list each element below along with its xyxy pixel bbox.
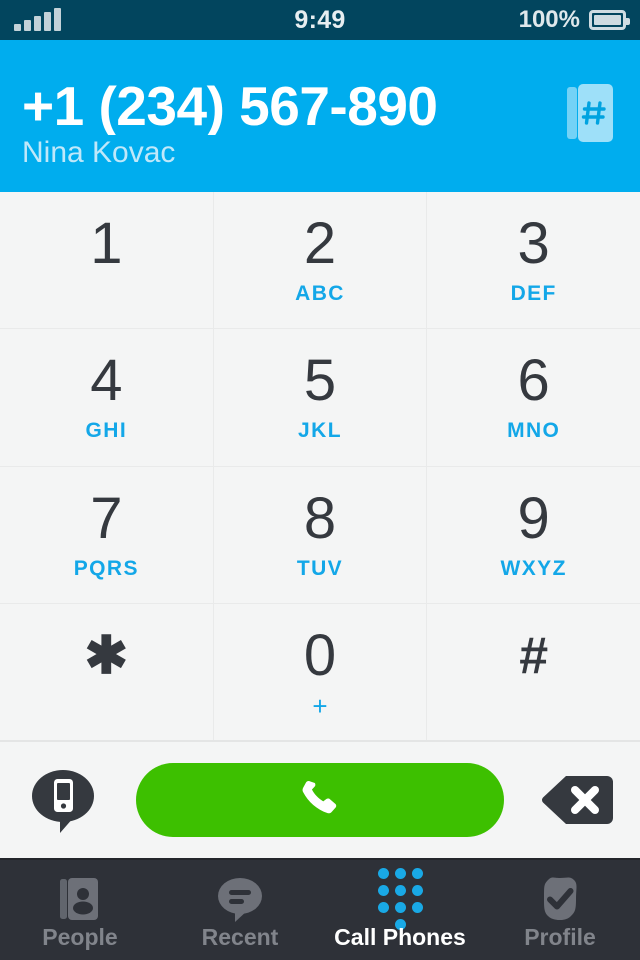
key-letters: WXYZ xyxy=(500,556,567,580)
key-digit: # xyxy=(519,626,549,685)
tab-label: Recent xyxy=(201,924,279,950)
tab-recent[interactable]: Recent xyxy=(160,860,320,960)
key-letters: JKL xyxy=(298,419,342,443)
key-digit: 3 xyxy=(517,211,550,277)
tab-people[interactable]: People xyxy=(0,860,160,960)
tab-label: Profile xyxy=(524,924,596,950)
key-7[interactable]: 7 PQRS xyxy=(0,466,213,603)
tab-call-phones[interactable]: Call Phones xyxy=(320,860,480,960)
key-letters: TUV xyxy=(296,556,344,580)
key-digit: 6 xyxy=(517,348,550,414)
bottom-tab-bar: People Recent Call Phones Profile xyxy=(0,858,640,960)
dialpad-grid: 1 2 ABC 3 DEF 4 GHI 5 JKL 6 MNO 7 PQRS 8 xyxy=(0,192,640,740)
key-4[interactable]: 4 GHI xyxy=(0,329,213,466)
dialpad-dots-icon xyxy=(377,868,423,930)
tab-label: Call Phones xyxy=(334,924,466,950)
key-1[interactable]: 1 xyxy=(0,192,213,329)
battery-full-icon xyxy=(589,10,630,30)
tab-label: People xyxy=(42,924,118,950)
key-letters: PQRS xyxy=(73,556,139,580)
mobile-message-bubble-icon[interactable] xyxy=(26,763,100,837)
key-letters: MNO xyxy=(507,419,561,443)
key-letters: GHI xyxy=(85,419,128,443)
backspace-delete-icon[interactable] xyxy=(540,763,614,837)
key-letters: ABC xyxy=(295,282,345,306)
tab-profile[interactable]: Profile xyxy=(480,860,640,960)
contacts-book-person-icon xyxy=(56,875,104,923)
key-digit: 1 xyxy=(90,211,123,277)
key-digit: ✱ xyxy=(84,626,129,685)
key-digit: 0 xyxy=(303,622,337,688)
key-letters: DEF xyxy=(510,282,557,306)
key-2[interactable]: 2 ABC xyxy=(213,192,427,329)
key-0[interactable]: 0 + xyxy=(213,603,427,740)
contact-name: Nina Kovac xyxy=(22,135,176,169)
contacts-book-hash-icon[interactable] xyxy=(562,80,618,146)
chat-bubble-icon xyxy=(215,875,265,923)
key-letters: + xyxy=(312,690,328,721)
key-9[interactable]: 9 WXYZ xyxy=(427,466,640,603)
key-digit: 8 xyxy=(303,485,337,551)
key-hash[interactable]: # xyxy=(427,603,640,740)
call-button[interactable] xyxy=(136,763,504,837)
key-digit: 4 xyxy=(90,348,123,414)
action-bar xyxy=(0,740,640,858)
dialer-screen: 9:49 100% +1 (234) 567-890 Nina Kovac 1 … xyxy=(0,0,640,960)
number-display-header: +1 (234) 567-890 Nina Kovac xyxy=(0,40,640,192)
phone-handset-icon xyxy=(302,780,337,814)
key-digit: 9 xyxy=(517,485,550,551)
key-3[interactable]: 3 DEF xyxy=(427,192,640,329)
key-digit: 5 xyxy=(303,348,337,414)
key-digit: 2 xyxy=(303,211,337,277)
status-bar: 9:49 100% xyxy=(0,0,640,40)
number-display-text: +1 (234) 567-890 Nina Kovac xyxy=(22,62,552,171)
key-star[interactable]: ✱ xyxy=(0,603,213,740)
key-8[interactable]: 8 TUV xyxy=(213,466,427,603)
status-bar-time: 9:49 xyxy=(294,6,346,34)
dialed-number[interactable]: +1 (234) 567-890 xyxy=(22,78,552,135)
check-badge-icon xyxy=(536,875,584,923)
key-digit: 7 xyxy=(90,485,123,551)
key-5[interactable]: 5 JKL xyxy=(213,329,427,466)
key-6[interactable]: 6 MNO xyxy=(427,329,640,466)
